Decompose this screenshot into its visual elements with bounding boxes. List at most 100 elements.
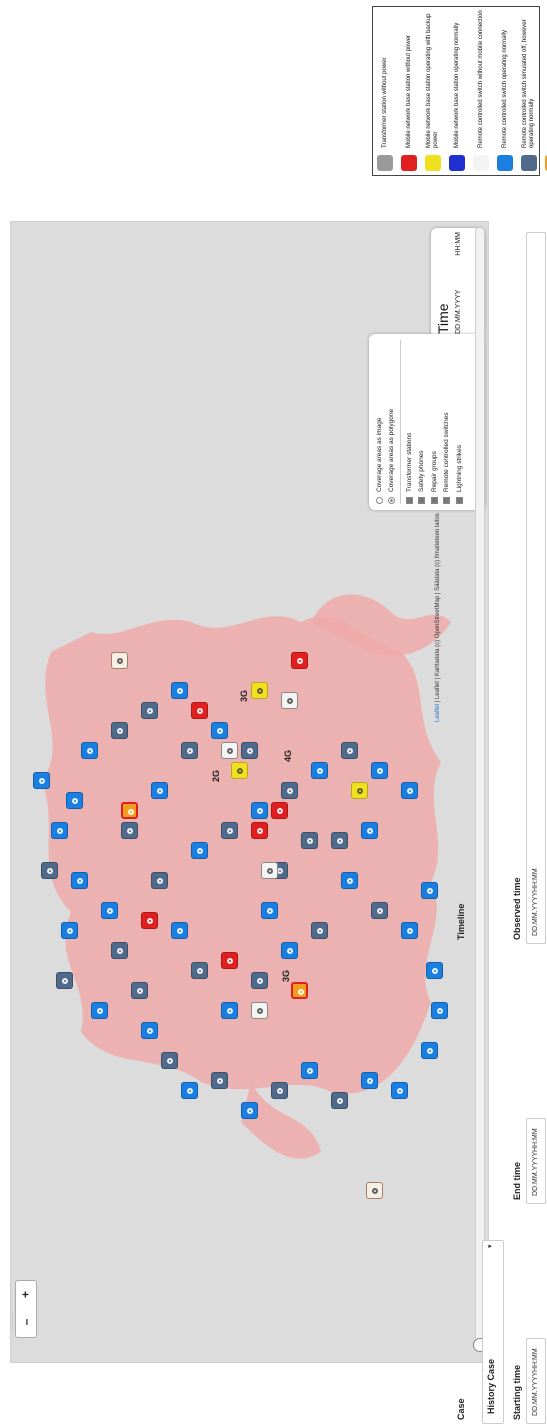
switch-normal-icon[interactable]	[361, 1072, 378, 1089]
mobile-base-station-no-power-icon[interactable]	[271, 802, 288, 819]
mobile-base-station-backup-icon[interactable]	[351, 782, 368, 799]
switch-no-connection-icon	[473, 155, 489, 171]
time-hour: HH:MM	[455, 232, 462, 256]
mobile-base-station-no-power-icon[interactable]	[251, 822, 268, 839]
switch-simulated-off-icon[interactable]	[111, 722, 128, 739]
switch-simulated-off-icon[interactable]	[211, 1072, 228, 1089]
switch-normal-icon[interactable]	[141, 1022, 158, 1039]
layer-toggle[interactable]: Remote controlled switches	[441, 340, 454, 504]
switch-normal-icon[interactable]	[311, 762, 328, 779]
switch-normal-icon[interactable]	[66, 792, 83, 809]
switch-simulated-off-icon[interactable]	[161, 1052, 178, 1069]
switch-simulated-off-icon	[521, 155, 537, 171]
switch-normal-icon[interactable]	[33, 772, 50, 789]
switch-simulated-off-icon[interactable]	[221, 822, 238, 839]
switch-normal-icon[interactable]	[211, 722, 228, 739]
switch-simulated-off-icon[interactable]	[181, 742, 198, 759]
map-view[interactable]: 3G 2G 4G 3G Time DD.MM.YYYY HH:MM Coverage …	[10, 221, 489, 1363]
checkbox[interactable]	[405, 497, 413, 504]
switch-normal-icon[interactable]	[421, 1042, 438, 1059]
attribution-link[interactable]: Leaflet	[435, 704, 441, 722]
safety-phone-no-electricity-icon[interactable]	[121, 802, 138, 819]
switch-simulated-off-icon[interactable]	[371, 902, 388, 919]
switch-normal-icon[interactable]	[401, 782, 418, 799]
switch-simulated-off-icon[interactable]	[41, 862, 58, 879]
zoom-in-button[interactable]: +	[13, 1285, 40, 1305]
switch-simulated-off-icon[interactable]	[301, 832, 318, 849]
switch-normal-icon[interactable]	[401, 922, 418, 939]
switch-normal-icon[interactable]	[101, 902, 118, 919]
case-select-value: History Case	[486, 1358, 496, 1414]
switch-normal-icon[interactable]	[421, 882, 438, 899]
switch-normal-icon[interactable]	[61, 922, 78, 939]
switch-no-connection-icon[interactable]	[221, 742, 238, 759]
switch-normal-icon[interactable]	[301, 1062, 318, 1079]
mobile-base-station-backup-icon[interactable]	[251, 682, 268, 699]
mobile-base-station-no-power-icon[interactable]	[291, 652, 308, 669]
switch-simulated-off-icon[interactable]	[191, 962, 208, 979]
switch-normal-icon[interactable]	[251, 802, 268, 819]
switch-normal-icon[interactable]	[426, 962, 443, 979]
switch-normal-icon[interactable]	[191, 842, 208, 859]
checkbox[interactable]	[430, 497, 438, 504]
observed-time-field[interactable]	[526, 232, 546, 944]
coverage-option[interactable]: Coverage areas as polygone	[386, 340, 399, 504]
switch-no-connection-icon[interactable]	[281, 692, 298, 709]
switch-simulated-off-icon[interactable]	[331, 1092, 348, 1109]
switch-normal-icon[interactable]	[261, 902, 278, 919]
switch-normal-icon[interactable]	[221, 1002, 238, 1019]
mobile-base-station-backup-icon[interactable]	[231, 762, 248, 779]
switch-simulated-off-icon[interactable]	[121, 822, 138, 839]
switch-normal-icon[interactable]	[151, 782, 168, 799]
layer-toggle[interactable]: Transformer stations	[403, 340, 416, 504]
switch-normal-icon[interactable]	[171, 922, 188, 939]
switch-normal-icon[interactable]	[71, 872, 88, 889]
switch-simulated-off-icon[interactable]	[281, 782, 298, 799]
mobile-base-station-no-power-icon[interactable]	[141, 912, 158, 929]
switch-simulated-off-icon[interactable]	[251, 972, 268, 989]
switch-normal-icon[interactable]	[371, 762, 388, 779]
switch-no-connection-icon[interactable]	[251, 1002, 268, 1019]
repair-group-icon[interactable]	[111, 652, 128, 669]
switch-simulated-off-icon[interactable]	[341, 742, 358, 759]
layer-toggle[interactable]: Safety phones	[416, 340, 429, 504]
switch-simulated-off-icon[interactable]	[141, 702, 158, 719]
radio-button[interactable]	[388, 497, 396, 504]
switch-simulated-off-icon[interactable]	[241, 742, 258, 759]
mobile-base-station-no-power-icon[interactable]	[191, 702, 208, 719]
switch-normal-icon[interactable]	[241, 1102, 258, 1119]
checkbox[interactable]	[443, 497, 451, 504]
switch-normal-icon[interactable]	[171, 682, 188, 699]
switch-simulated-off-icon[interactable]	[111, 942, 128, 959]
switch-normal-icon[interactable]	[391, 1082, 408, 1099]
repair-group-icon[interactable]	[366, 1182, 383, 1199]
switch-normal-icon[interactable]	[281, 942, 298, 959]
switch-simulated-off-icon[interactable]	[271, 1082, 288, 1099]
switch-simulated-off-icon[interactable]	[56, 972, 73, 989]
legend-item: Remote controlled switch operating norma…	[493, 7, 517, 175]
radio-button[interactable]	[375, 497, 383, 504]
switch-simulated-off-icon[interactable]	[331, 832, 348, 849]
switch-normal-icon[interactable]	[81, 742, 98, 759]
switch-simulated-off-icon[interactable]	[131, 982, 148, 999]
checkbox[interactable]	[455, 497, 463, 504]
switch-normal-icon[interactable]	[51, 822, 68, 839]
layer-toggle[interactable]: Repair groups	[428, 340, 441, 504]
coverage-option[interactable]: Coverage areas as image	[373, 340, 386, 504]
switch-normal-icon[interactable]	[361, 822, 378, 839]
switch-no-connection-icon[interactable]	[261, 862, 278, 879]
switch-normal-icon[interactable]	[431, 1002, 448, 1019]
switch-normal-icon[interactable]	[341, 872, 358, 889]
zoom-out-button[interactable]: –	[12, 1312, 40, 1332]
switch-normal-icon[interactable]	[91, 1002, 108, 1019]
map-legend: Transformer station without power Mobile …	[372, 6, 547, 176]
switch-simulated-off-icon[interactable]	[311, 922, 328, 939]
attribution-text: | Leaflet | Karttadata (c) OpenStreetMap…	[435, 513, 441, 704]
timeline-slider[interactable]	[473, 227, 487, 1352]
checkbox[interactable]	[418, 497, 426, 504]
switch-normal-icon[interactable]	[181, 1082, 198, 1099]
layer-toggle[interactable]: Lightning strikes	[453, 340, 466, 504]
mobile-base-station-no-power-icon[interactable]	[221, 952, 238, 969]
safety-phone-no-electricity-icon[interactable]	[291, 982, 308, 999]
switch-simulated-off-icon[interactable]	[151, 872, 168, 889]
